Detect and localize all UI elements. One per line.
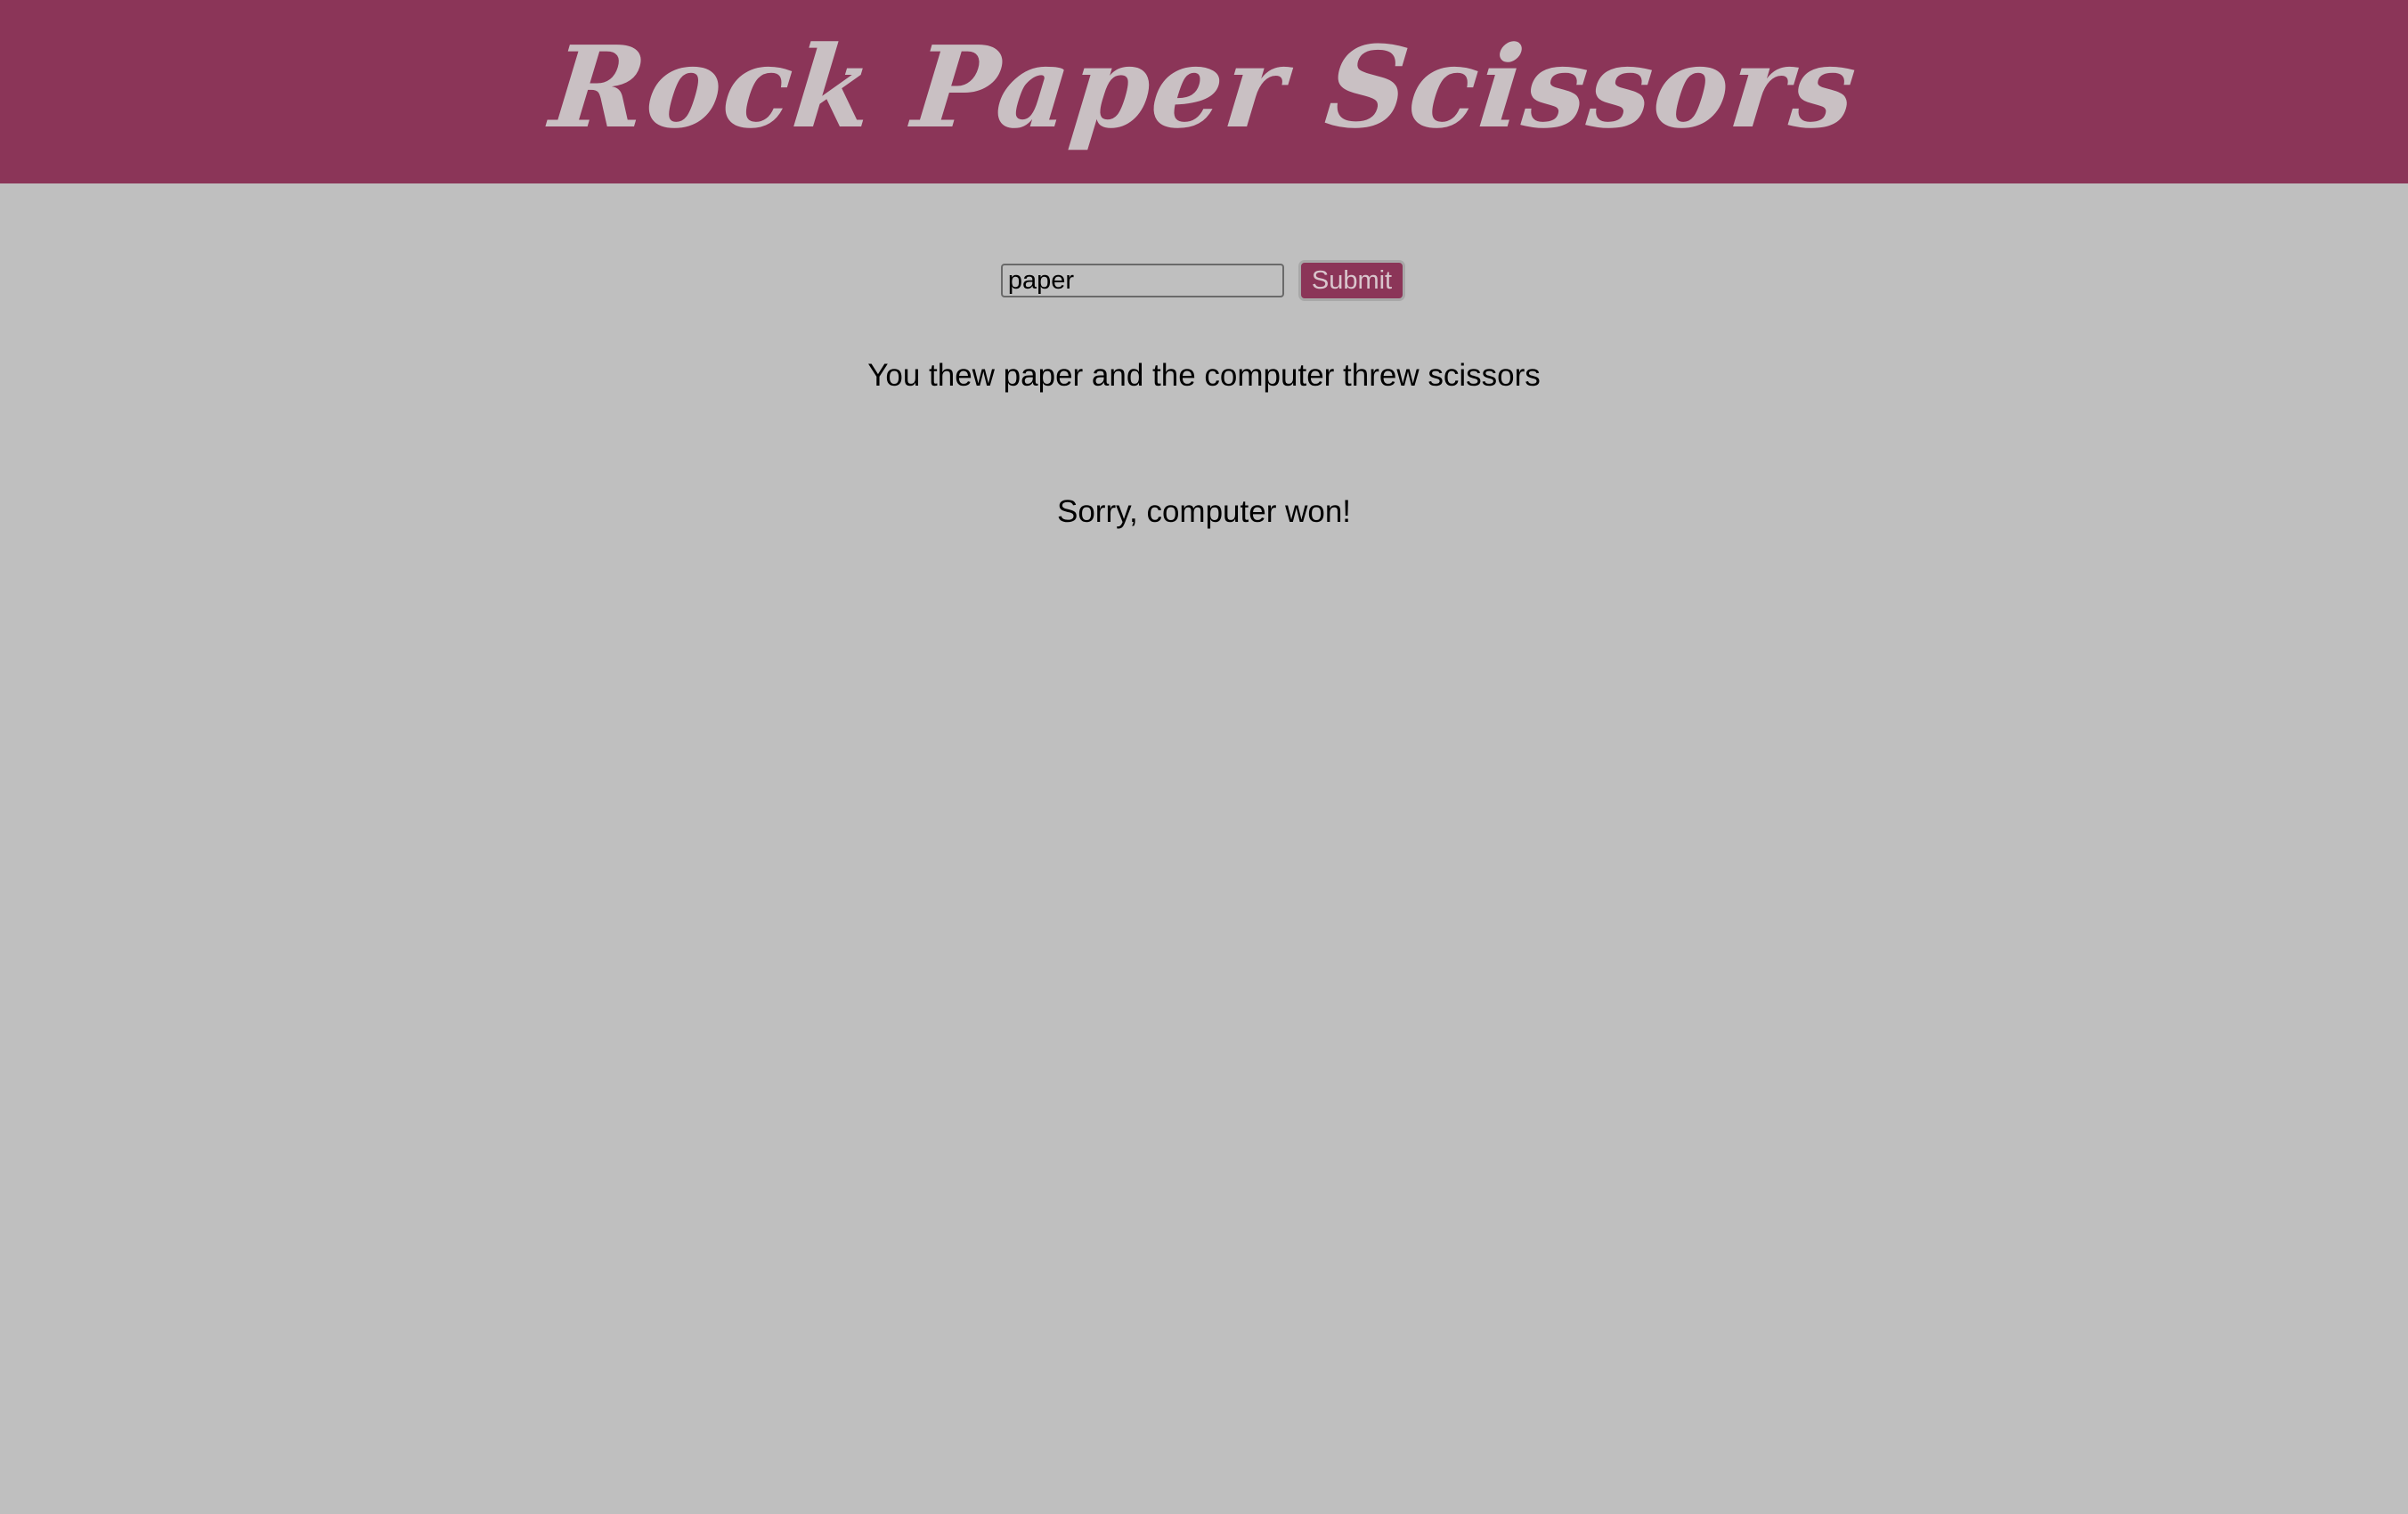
throw-result-text: You thew paper and the computer threw sc… [867, 358, 1541, 393]
page-title: Rock Paper Scissors [544, 21, 1864, 153]
throw-input[interactable] [1000, 264, 1284, 297]
throw-form-controls: Submit [1000, 260, 1406, 301]
throw-form: Submit [0, 260, 2408, 301]
submit-button[interactable]: Submit [1298, 260, 1406, 301]
page-header: Rock Paper Scissors [0, 0, 2408, 183]
outcome-text: Sorry, computer won! [1056, 494, 1352, 529]
